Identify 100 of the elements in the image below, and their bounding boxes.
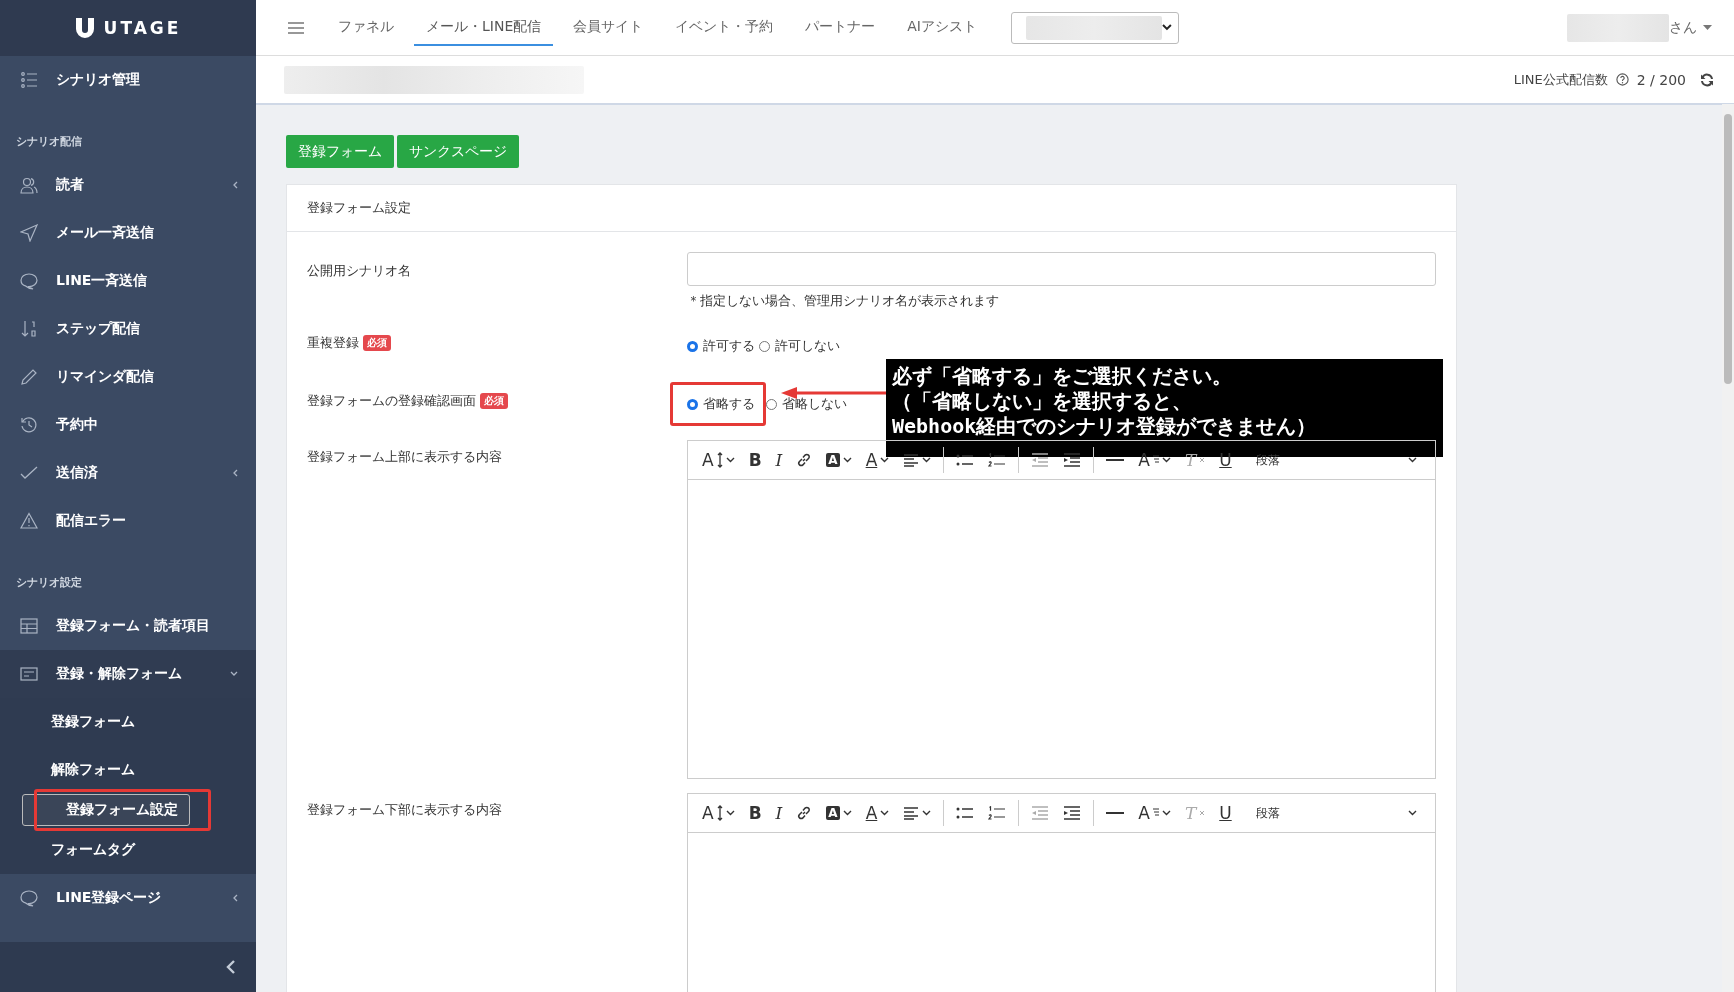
text-color-button[interactable]: A — [859, 798, 896, 828]
form-icon — [20, 665, 38, 683]
table-icon — [20, 617, 38, 635]
radio-button[interactable] — [766, 398, 777, 410]
sidebar-item[interactable]: リマインダ配信 — [0, 353, 256, 401]
warning-icon — [20, 512, 38, 530]
sidebar-subitem[interactable]: 登録フォーム — [19, 701, 168, 743]
caret-icon — [1162, 24, 1172, 31]
caret-icon — [1161, 810, 1171, 816]
sidebar-subitem[interactable]: 登録フォーム設定 — [34, 789, 211, 831]
sidebar-item[interactable]: LINE登録ページ — [0, 874, 256, 922]
sidebar-item[interactable]: シナリオ管理 — [0, 56, 256, 104]
sidebar-section-heading: シナリオ設定 — [15, 575, 83, 591]
refresh-icon[interactable] — [1700, 72, 1714, 87]
align-icon — [903, 453, 920, 467]
caret-icon — [1161, 457, 1171, 463]
help-icon[interactable] — [1615, 73, 1629, 86]
required-badge: 必須 — [363, 335, 391, 351]
sidebar-item[interactable]: 予約中 — [0, 401, 256, 449]
field-label: 登録フォーム下部に表示する内容 — [307, 801, 502, 819]
sidebar-subitem[interactable]: フォームタグ — [19, 829, 168, 871]
chevron-down-icon — [230, 671, 238, 677]
text-input-field[interactable] — [687, 252, 1436, 286]
caret-icon — [880, 810, 890, 816]
field-label: 登録フォーム上部に表示する内容 — [307, 448, 502, 466]
horizontal-rule-icon — [1106, 811, 1125, 815]
sidebar-item[interactable]: 登録・解除フォーム — [0, 650, 256, 698]
nav-tab[interactable]: 会員サイト — [561, 9, 656, 46]
callout-text: Webhook経由でのシナリオ登録ができません） — [892, 414, 1318, 439]
nav-tab[interactable]: イベント・予約 — [663, 9, 786, 46]
nav-tab[interactable]: ファネル — [326, 9, 406, 46]
send-icon — [20, 224, 38, 242]
highlight-color-button[interactable]: A — [820, 798, 858, 828]
caret-icon — [1408, 457, 1417, 463]
italic-button[interactable]: I — [769, 445, 789, 475]
sidebar-item[interactable]: 読者 — [0, 161, 256, 209]
sidebar-item[interactable]: LINE一斉送信 — [0, 257, 256, 305]
indent-icon — [1063, 453, 1082, 467]
logo-text: UTAGE — [103, 18, 182, 38]
pencil-icon — [20, 368, 38, 386]
select-field[interactable] — [1010, 11, 1179, 44]
radio-button[interactable] — [759, 340, 770, 352]
radio-button[interactable] — [687, 340, 698, 352]
radio-option[interactable]: 許可する — [687, 337, 759, 355]
x-mark-icon — [1199, 810, 1206, 816]
user-name[interactable]: さん — [1669, 18, 1697, 37]
font-size-button[interactable]: A — [696, 798, 741, 828]
nav-tab[interactable]: パートナー — [793, 9, 888, 46]
sidebar-section-heading: シナリオ配信 — [15, 134, 83, 150]
users-icon — [20, 176, 38, 194]
callout-text: 必ず「省略する」をご選択ください。 — [892, 364, 1233, 389]
chevron-left-icon — [232, 894, 238, 902]
radio-option[interactable]: 省略しない — [766, 395, 851, 413]
nav-tab[interactable]: AIアシスト — [895, 9, 989, 46]
logo-icon — [74, 17, 95, 39]
history-icon — [20, 416, 38, 434]
font-size-button[interactable]: A — [696, 445, 741, 475]
sidebar-item[interactable]: ステップ配信 — [0, 305, 256, 353]
horizontal-rule-icon — [1106, 458, 1125, 462]
paragraph-format-dropdown[interactable]: 段落 — [1249, 445, 1286, 475]
sidebar-item[interactable]: メール一斉送信 — [0, 209, 256, 257]
sidebar-subitem[interactable]: 解除フォーム — [19, 749, 168, 791]
collapse-chevron-icon[interactable] — [226, 960, 236, 974]
card-title: 登録フォーム設定 — [287, 185, 1456, 232]
menu-icon[interactable] — [288, 21, 304, 34]
caret-icon — [725, 457, 735, 463]
caret-icon — [1703, 25, 1712, 30]
italic-button[interactable]: I — [769, 798, 789, 828]
chat-bubble-icon — [20, 889, 38, 907]
lines-icon — [1152, 808, 1159, 818]
indent-icon — [1063, 806, 1082, 820]
up-down-arrow-icon — [716, 805, 723, 821]
radio-option[interactable]: 省略する — [670, 382, 766, 426]
sidebar-item[interactable]: 送信済 — [0, 449, 256, 497]
bold-button[interactable]: B — [742, 445, 768, 475]
text-style-button[interactable]: A — [1132, 798, 1177, 828]
highlight-color-button[interactable]: A — [820, 445, 858, 475]
caret-icon — [842, 457, 852, 463]
text-color-button[interactable]: A — [859, 445, 896, 475]
quota-label: LINE公式配信数 — [1513, 70, 1608, 89]
caret-icon — [1408, 810, 1417, 816]
sidebar-item[interactable]: 登録フォーム・読者項目 — [0, 602, 256, 650]
radio-option[interactable]: 許可しない — [759, 337, 844, 355]
sidebar-item[interactable]: 配信エラー — [0, 497, 256, 545]
field-label: 公開用シナリオ名 — [307, 262, 411, 280]
underline-button[interactable]: U — [1213, 798, 1238, 828]
paragraph-format-dropdown[interactable]: 段落 — [1249, 798, 1286, 828]
radio-button[interactable] — [687, 398, 698, 410]
bullet-list-icon — [956, 453, 975, 467]
caret-icon — [880, 457, 890, 463]
numbered-list-icon — [988, 453, 1007, 467]
bold-button[interactable]: B — [742, 798, 768, 828]
caret-icon — [725, 810, 735, 816]
x-mark-icon — [1199, 457, 1206, 463]
callout-text: （「省略しない」を選択すると、 — [892, 389, 1193, 414]
help-text: ＊指定しない場合、管理用シナリオ名が表示されます — [687, 292, 1000, 310]
numbered-list-icon — [988, 806, 1007, 820]
field-label: 登録フォームの登録確認画面 — [307, 392, 476, 410]
field-label: 重複登録 — [307, 334, 359, 352]
nav-tab[interactable]: メール・LINE配信 — [414, 9, 554, 46]
